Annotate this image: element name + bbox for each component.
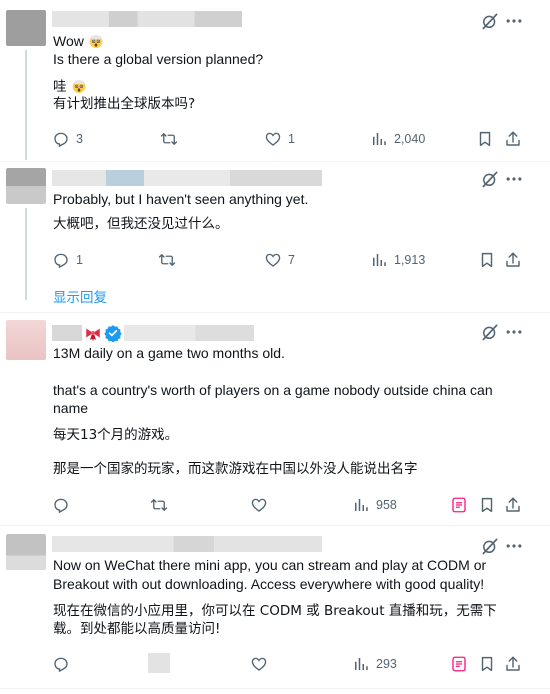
grok-icon[interactable] [480, 169, 500, 189]
reply-button[interactable]: 3 [52, 128, 83, 150]
divider [0, 161, 550, 162]
retweet-icon [158, 251, 176, 269]
more-icon[interactable] [504, 536, 524, 556]
pink-note-icon [450, 655, 468, 673]
share-icon [504, 496, 522, 514]
avatar[interactable] [6, 320, 46, 360]
retweet-icon [150, 496, 168, 514]
retweet-button[interactable] [150, 494, 168, 516]
tweet-actions: 293 [0, 653, 550, 675]
views-button[interactable]: 958 [352, 494, 397, 516]
tweet-text-line: 13M daily on a game two months old. [53, 345, 285, 361]
shocked-emoji-icon [71, 78, 87, 94]
views-button[interactable]: 293 [352, 653, 397, 675]
like-icon [250, 496, 268, 514]
tweet-actions: 958 [0, 494, 550, 516]
avatar[interactable] [6, 168, 46, 204]
reply-button[interactable] [52, 494, 76, 516]
tweet-text-line: that's a country's worth of players on a… [53, 382, 493, 398]
share-button[interactable] [504, 128, 522, 150]
share-icon [504, 655, 522, 673]
views-icon [370, 251, 388, 269]
divider [0, 312, 550, 313]
reply-icon [52, 251, 70, 269]
share-button[interactable] [504, 653, 522, 675]
grok-icon[interactable] [480, 11, 500, 31]
tweet-actions: 1 7 1,913 [0, 249, 550, 271]
like-icon [264, 251, 282, 269]
like-button[interactable] [250, 653, 268, 675]
share-icon [504, 130, 522, 148]
views-icon [370, 130, 388, 148]
share-icon [504, 251, 522, 269]
views-icon [352, 496, 370, 514]
avatar[interactable] [6, 534, 46, 570]
like-button[interactable] [250, 494, 268, 516]
handle-redacted[interactable] [124, 325, 254, 341]
reply-icon [52, 130, 70, 148]
bookmark-button[interactable] [478, 653, 496, 675]
more-icon[interactable] [504, 169, 524, 189]
more-icon[interactable] [504, 11, 524, 31]
display-name-redacted[interactable] [52, 170, 322, 186]
like-icon [264, 130, 282, 148]
display-name-redacted[interactable] [52, 11, 242, 27]
tweet-text-line: 有计划推出全球版本吗? [53, 96, 196, 112]
tweet-actions: 3 1 2,040 [0, 128, 550, 150]
bookmark-icon [478, 251, 496, 269]
tweet-text-line: 那是一个国家的玩家，而这款游戏在中国以外没人能说出名字 [53, 461, 418, 477]
retweet-icon [160, 130, 178, 148]
tweet-text-line: 现在在微信的小应用里，你可以在 CODM 或 Breakout 直播和玩，无需下 [53, 603, 497, 619]
divider [0, 688, 550, 689]
bookmark-button[interactable] [478, 249, 496, 271]
views-button[interactable]: 1,913 [370, 249, 425, 271]
bookmark-button[interactable] [476, 128, 494, 150]
views-button[interactable]: 2,040 [370, 128, 425, 150]
tweet-text-line: Is there a global version planned? [53, 51, 264, 67]
pink-note-icon [450, 496, 468, 514]
retweet-button[interactable] [160, 128, 178, 150]
tweet-text-line: 大概吧，但我还没见过什么。 [53, 216, 229, 232]
reply-icon [52, 655, 70, 673]
like-button[interactable]: 1 [264, 128, 295, 150]
more-icon[interactable] [504, 322, 524, 342]
tweet-text-line: name [53, 400, 89, 416]
retweet-button[interactable] [158, 249, 176, 271]
show-replies-link[interactable]: 显示回复 [53, 286, 107, 306]
bookmark-button[interactable] [478, 494, 496, 516]
tweet-text-line: 哇 [53, 78, 87, 96]
display-name-redacted[interactable] [52, 325, 82, 341]
share-button[interactable] [504, 249, 522, 271]
tweet-text-line: Wow [53, 32, 104, 50]
shocked-emoji-icon [88, 33, 104, 49]
note-button[interactable] [450, 494, 468, 516]
bookmark-icon [478, 496, 496, 514]
note-button[interactable] [450, 653, 468, 675]
bookmark-icon [478, 655, 496, 673]
grok-icon[interactable] [480, 536, 500, 556]
like-icon [250, 655, 268, 673]
display-name-redacted[interactable] [52, 536, 322, 552]
divider [0, 525, 550, 526]
tweet-text-line: 载。到处都能以高质量访问! [53, 621, 221, 637]
tweet-text-line: Probably, but I haven't seen anything ye… [53, 191, 309, 207]
views-icon [352, 655, 370, 673]
bookmark-icon [476, 130, 494, 148]
reply-button[interactable]: 1 [52, 249, 83, 271]
avatar[interactable] [6, 10, 46, 46]
reply-button[interactable] [52, 653, 76, 675]
reply-icon [52, 496, 70, 514]
retweet-redacted [148, 653, 170, 673]
tweet-text-line: Breakout with out downloading. Access ev… [53, 576, 485, 592]
verified-icon [104, 324, 122, 342]
grok-icon[interactable] [480, 322, 500, 342]
share-button[interactable] [504, 494, 522, 516]
like-button[interactable]: 7 [264, 249, 295, 271]
bow-emoji-icon [84, 324, 102, 342]
tweet-text-line: Now on WeChat there mini app, you can st… [53, 557, 487, 573]
tweet-text-line: 每天13个月的游戏。 [53, 427, 179, 443]
